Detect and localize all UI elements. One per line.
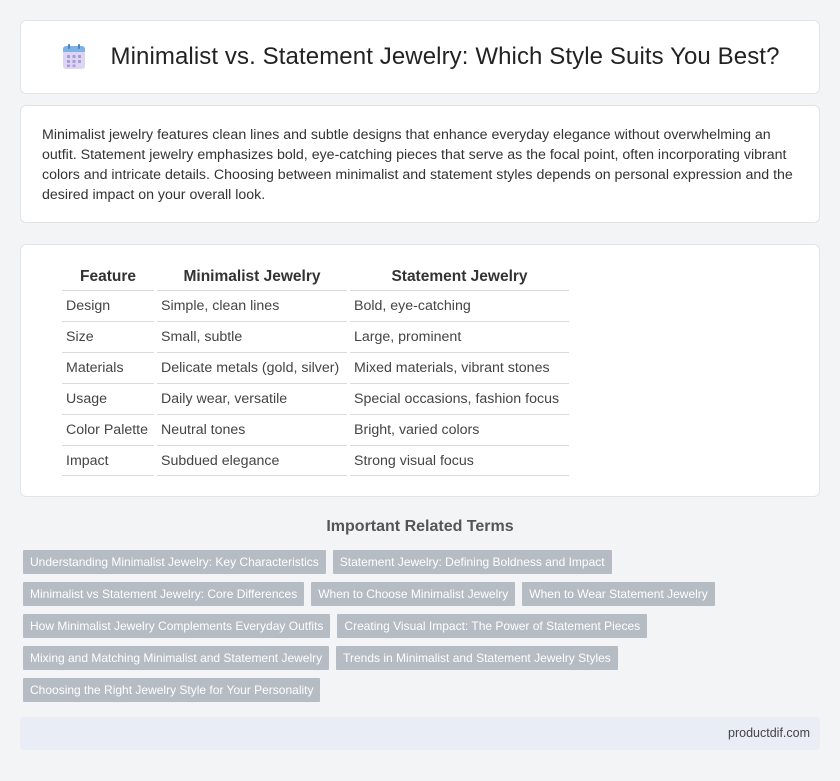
related-term-tag[interactable]: Trends in Minimalist and Statement Jewel… <box>336 646 618 670</box>
minimalist-cell: Daily wear, versatile <box>157 383 347 414</box>
statement-cell: Large, prominent <box>350 321 569 352</box>
document-grid-icon <box>63 44 86 69</box>
column-header-feature: Feature <box>80 268 136 285</box>
comparison-table: Feature Minimalist Jewelry Statement Jew… <box>59 264 572 476</box>
related-terms-title: Important Related Terms <box>326 518 514 535</box>
statement-cell: Special occasions, fashion focus <box>350 383 569 414</box>
header: Minimalist vs. Statement Jewelry: Which … <box>60 43 779 71</box>
comparison-card: Feature Minimalist Jewelry Statement Jew… <box>20 244 820 497</box>
table-row: Size Small, subtle Large, prominent <box>62 321 569 352</box>
table-row: Color Palette Neutral tones Bright, vari… <box>62 414 569 445</box>
statement-cell: Bright, varied colors <box>350 414 569 445</box>
minimalist-cell: Delicate metals (gold, silver) <box>157 352 347 383</box>
table-row: Usage Daily wear, versatile Special occa… <box>62 383 569 414</box>
statement-cell: Strong visual focus <box>350 445 569 476</box>
related-term-tag[interactable]: Mixing and Matching Minimalist and State… <box>23 646 330 670</box>
minimalist-cell: Small, subtle <box>157 321 347 352</box>
table-row: Materials Delicate metals (gold, silver)… <box>62 352 569 383</box>
feature-cell: Usage <box>62 383 154 414</box>
related-terms-list: Understanding Minimalist Jewelry: Key Ch… <box>23 550 823 702</box>
table-header-row: Feature Minimalist Jewelry Statement Jew… <box>62 264 569 290</box>
minimalist-cell: Neutral tones <box>157 414 347 445</box>
minimalist-cell: Subdued elegance <box>157 445 347 476</box>
column-header-minimalist: Minimalist Jewelry <box>183 268 321 285</box>
minimalist-cell: Simple, clean lines <box>157 290 347 321</box>
page-title: Minimalist vs. Statement Jewelry: Which … <box>110 43 780 70</box>
footer-site-link[interactable]: productdif.com <box>728 726 810 740</box>
feature-cell: Color Palette <box>62 414 154 445</box>
related-term-tag[interactable]: Understanding Minimalist Jewelry: Key Ch… <box>23 550 326 574</box>
related-term-tag[interactable]: When to Choose Minimalist Jewelry <box>311 582 516 606</box>
intro-card: Minimalist jewelry features clean lines … <box>20 105 820 223</box>
related-term-tag[interactable]: How Minimalist Jewelry Complements Every… <box>23 614 331 638</box>
header-card: Minimalist vs. Statement Jewelry: Which … <box>20 20 820 94</box>
related-term-tag[interactable]: Minimalist vs Statement Jewelry: Core Di… <box>23 582 305 606</box>
table-row: Design Simple, clean lines Bold, eye-cat… <box>62 290 569 321</box>
table-row: Impact Subdued elegance Strong visual fo… <box>62 445 569 476</box>
feature-cell: Design <box>62 290 154 321</box>
intro-paragraph: Minimalist jewelry features clean lines … <box>42 127 793 203</box>
related-term-tag[interactable]: Choosing the Right Jewelry Style for You… <box>23 678 321 702</box>
related-term-tag[interactable]: When to Wear Statement Jewelry <box>522 582 715 606</box>
column-header-statement: Statement Jewelry <box>391 268 528 285</box>
statement-cell: Bold, eye-catching <box>350 290 569 321</box>
related-term-tag[interactable]: Statement Jewelry: Defining Boldness and… <box>332 550 612 574</box>
feature-cell: Materials <box>62 352 154 383</box>
footer: productdif.com <box>20 717 820 750</box>
feature-cell: Size <box>62 321 154 352</box>
feature-cell: Impact <box>62 445 154 476</box>
related-term-tag[interactable]: Creating Visual Impact: The Power of Sta… <box>337 614 648 638</box>
statement-cell: Mixed materials, vibrant stones <box>350 352 569 383</box>
